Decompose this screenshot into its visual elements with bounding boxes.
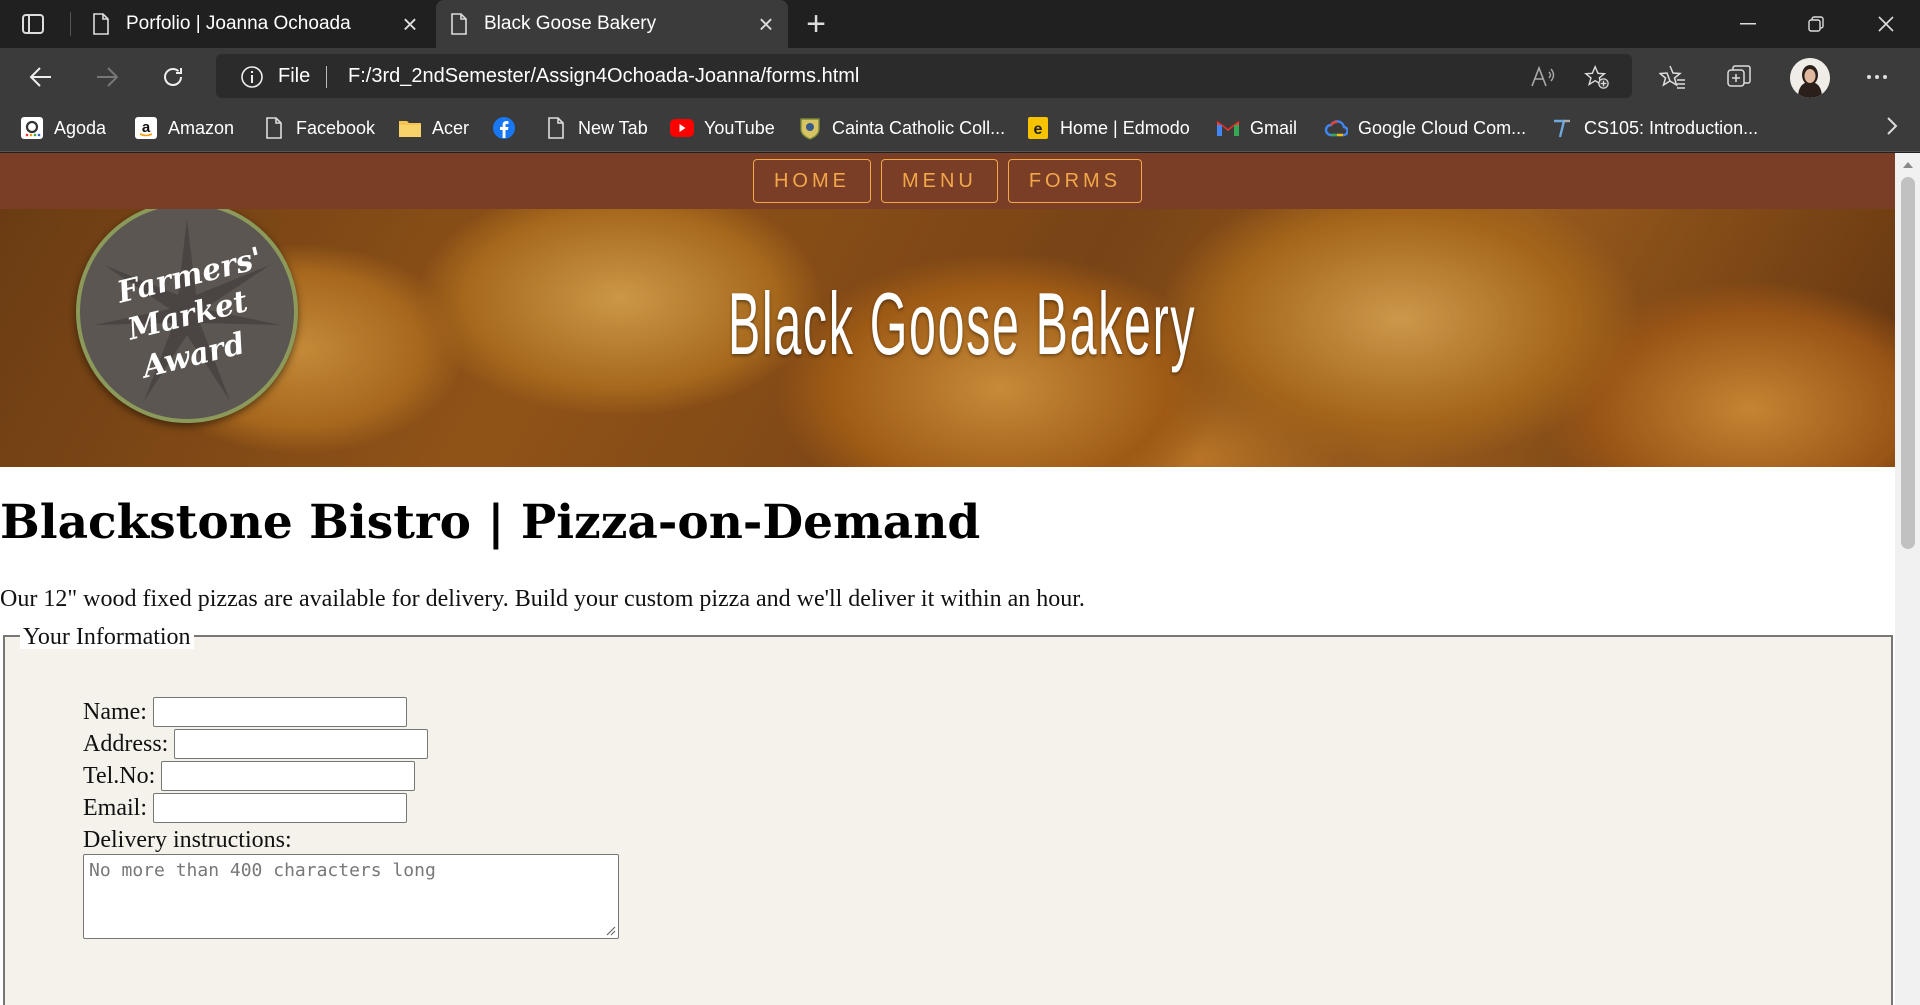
bookmark-edmodo[interactable]: e Home | Edmodo xyxy=(1026,113,1190,143)
email-field: Email: xyxy=(83,793,407,823)
more-options-icon[interactable] xyxy=(1860,60,1894,94)
scroll-up-icon[interactable] xyxy=(1895,153,1920,177)
page-title: Blackstone Bistro | Pizza-on-Demand xyxy=(0,495,981,550)
fieldset-legend: Your Information xyxy=(20,625,194,649)
nav-forms[interactable]: FORMS xyxy=(1007,159,1143,203)
browser-toolbar: File F:/3rd_2ndSemester/Assign4Ochoada-J… xyxy=(0,48,1920,104)
read-aloud-icon[interactable] xyxy=(1530,64,1556,90)
page-icon xyxy=(262,116,286,140)
profile-avatar[interactable] xyxy=(1790,58,1830,98)
nav-menu[interactable]: MENU xyxy=(880,159,998,203)
bookmark-agoda[interactable]: Agoda xyxy=(20,113,106,143)
bookmark-amazon[interactable]: a Amazon xyxy=(134,113,234,143)
chevron-right-icon[interactable] xyxy=(1886,116,1898,141)
delivery-instructions-textarea[interactable]: No more than 400 characters long xyxy=(83,854,619,939)
name-input[interactable] xyxy=(152,697,407,727)
close-tab-icon[interactable]: × xyxy=(398,11,422,37)
bookmark-gmail[interactable]: Gmail xyxy=(1216,113,1297,143)
tab-separator xyxy=(70,12,71,36)
name-field: Name: xyxy=(83,697,407,727)
back-button[interactable] xyxy=(24,60,58,94)
page-scrollbar[interactable] xyxy=(1895,153,1920,1005)
favorites-icon[interactable] xyxy=(1656,60,1690,94)
bookmarks-bar: Agoda a Amazon Facebook Acer New Tab You… xyxy=(0,104,1920,152)
tab-portfolio[interactable]: Porfolio | Joanna Ochoada × xyxy=(72,0,432,48)
page-icon xyxy=(544,116,568,140)
close-window-button[interactable] xyxy=(1852,0,1920,48)
new-tab-button[interactable]: + xyxy=(800,7,832,41)
forward-button[interactable] xyxy=(90,60,124,94)
minimize-button[interactable] xyxy=(1714,0,1782,48)
field-label: Name: xyxy=(83,698,147,725)
field-label: Tel.No: xyxy=(83,762,156,789)
bakery-title: Black Goose Bakery xyxy=(728,274,1197,373)
field-label: Address: xyxy=(83,730,169,757)
address-input[interactable] xyxy=(174,729,429,759)
bookmark-youtube[interactable]: YouTube xyxy=(670,113,775,143)
nav-home[interactable]: HOME xyxy=(752,159,871,203)
email-input[interactable] xyxy=(152,793,407,823)
course-icon xyxy=(1550,116,1574,140)
field-label: Email: xyxy=(83,794,147,821)
farmers-market-award-badge: Farmers' Market Award xyxy=(76,209,298,423)
url-scheme: File xyxy=(278,65,311,87)
collections-icon[interactable] xyxy=(1722,60,1756,94)
page-icon xyxy=(93,13,109,35)
address-bar[interactable]: File F:/3rd_2ndSemester/Assign4Ochoada-J… xyxy=(216,54,1632,98)
info-icon[interactable] xyxy=(240,65,264,89)
agoda-icon xyxy=(20,116,44,140)
tab-title: Black Goose Bakery xyxy=(484,13,657,34)
amazon-icon: a xyxy=(134,116,158,140)
school-icon xyxy=(798,116,822,140)
url-text[interactable]: F:/3rd_2ndSemester/Assign4Ochoada-Joanna… xyxy=(348,65,859,88)
delivery-instructions-label: Delivery instructions: xyxy=(83,827,292,853)
bookmark-acer[interactable]: Acer xyxy=(398,113,469,143)
resize-handle-icon[interactable] xyxy=(604,924,616,936)
telno-field: Tel.No: xyxy=(83,761,416,791)
page-viewport: HOME MENU FORMS Farmers' Market Award Bl… xyxy=(0,153,1920,1005)
bookmark-facebook-site[interactable] xyxy=(492,113,526,143)
tab-title: Porfolio | Joanna Ochoada xyxy=(126,13,351,34)
web-page: HOME MENU FORMS Farmers' Market Award Bl… xyxy=(0,153,1895,1005)
bookmark-cainta-catholic[interactable]: Cainta Catholic Coll... xyxy=(798,113,1005,143)
bookmark-facebook[interactable]: Facebook xyxy=(262,113,375,143)
add-favorite-icon[interactable] xyxy=(1584,64,1610,90)
gmail-icon xyxy=(1216,116,1240,140)
textarea-placeholder: No more than 400 characters long xyxy=(89,860,436,881)
bookmark-cs105[interactable]: CS105: Introduction... xyxy=(1550,113,1758,143)
intro-text: Our 12" wood fixed pizzas are available … xyxy=(0,586,1085,612)
youtube-icon xyxy=(670,116,694,140)
page-icon xyxy=(451,13,467,35)
tab-black-goose-bakery[interactable]: Black Goose Bakery × xyxy=(436,0,788,48)
bookmark-google-cloud[interactable]: Google Cloud Com... xyxy=(1324,113,1526,143)
telno-input[interactable] xyxy=(161,761,416,791)
google-cloud-icon xyxy=(1324,116,1348,140)
close-tab-icon[interactable]: × xyxy=(754,11,778,37)
bookmark-new-tab[interactable]: New Tab xyxy=(544,113,648,143)
facebook-icon xyxy=(492,116,516,140)
edmodo-icon: e xyxy=(1026,116,1050,140)
scrollbar-thumb[interactable] xyxy=(1901,177,1915,549)
svg-text:e: e xyxy=(1034,121,1043,138)
folder-icon xyxy=(398,116,422,140)
site-nav: HOME MENU FORMS xyxy=(0,153,1895,209)
divider xyxy=(326,66,327,88)
address-field: Address: xyxy=(83,729,429,759)
restore-button[interactable] xyxy=(1782,0,1850,48)
tab-actions-icon[interactable] xyxy=(18,10,48,38)
tab-strip: Porfolio | Joanna Ochoada × Black Goose … xyxy=(0,0,1920,48)
svg-text:a: a xyxy=(142,119,151,136)
refresh-button[interactable] xyxy=(156,60,190,94)
hero-banner: Farmers' Market Award Black Goose Bakery xyxy=(0,209,1895,467)
